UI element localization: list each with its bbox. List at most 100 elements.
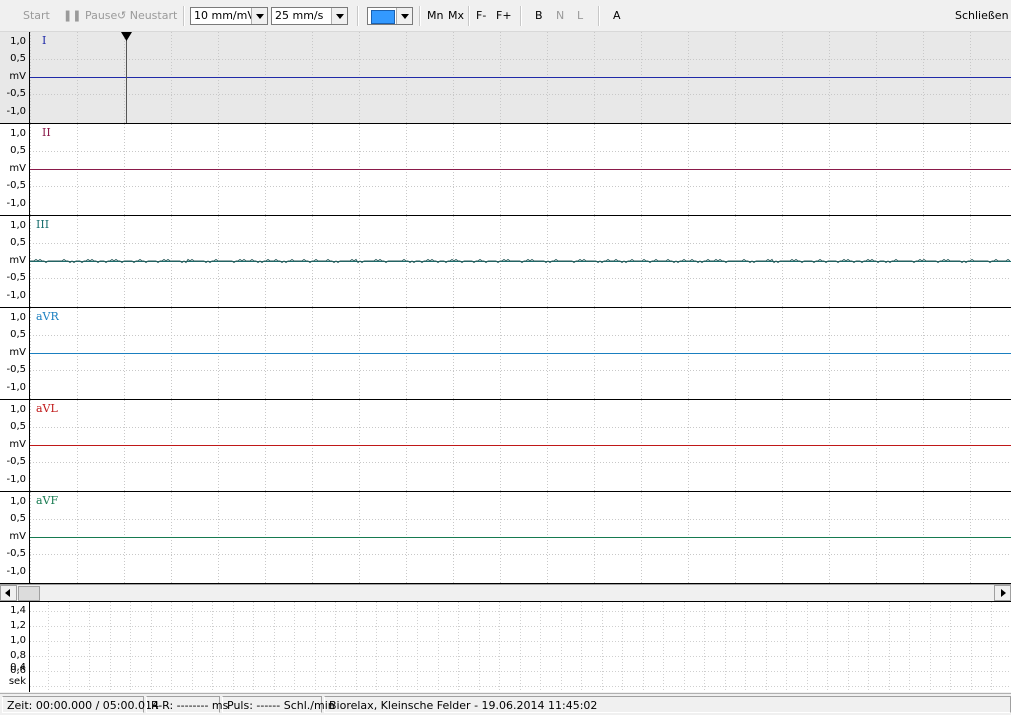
lead-label: aVL [36,402,58,415]
chevron-down-icon[interactable] [331,8,347,24]
rr-axis-tick-label: 0,8 [10,650,26,661]
axis-tick-label: mV [9,163,26,174]
axis-tick-label: -1,0 [6,566,26,577]
lead-plot-area [30,216,1011,307]
axis-tick-label: -0,5 [6,88,26,99]
lead-axis: 1,0 0,5 mV -0,5 -1,0 [0,216,30,307]
lead-axis: 1,0 0,5 mV -0,5 -1,0 [0,124,30,215]
rr-axis-tick-label: 0,4 [10,662,26,673]
toolbar-separator [468,6,470,26]
scroll-left-button[interactable] [0,585,17,601]
pause-label: Pause [84,9,118,22]
axis-tick-label: -1,0 [6,382,26,393]
axis-tick-label: -0,5 [6,272,26,283]
rr-panel: R-R: -------- ms [146,696,228,713]
ecg-panel[interactable]: 1,0 0,5 mV -0,5 -1,0 I 1,0 0,5 mV -0,5 -1,0 II 1,0 0,… [0,32,1011,584]
chevron-down-icon[interactable] [251,8,267,24]
lead-axis: 1,0 0,5 mV -0,5 -1,0 [0,32,30,123]
n-button[interactable]: N [556,0,564,32]
filter-plus-button[interactable]: F+ [496,0,512,32]
axis-tick-label: 0,5 [10,237,26,248]
lead-row: 1,0 0,5 mV -0,5 -1,0 II [0,124,1011,216]
speed-select[interactable]: 25 mm/s [271,7,348,25]
lead-plot-area [30,492,1011,583]
rr-axis-tick-label: 1,2 [10,620,26,631]
axis-tick-label: 1,0 [10,404,26,415]
lead-label: aVR [36,310,59,323]
a-button[interactable]: A [613,0,621,32]
rr-axis-tick-label: 1,4 [10,605,26,616]
pause-button[interactable]: ❚❚ Pause [63,0,117,32]
color-select[interactable] [367,7,413,25]
axis-tick-label: 0,5 [10,53,26,64]
toolbar-separator [357,6,359,26]
speed-value: 25 mm/s [275,9,324,22]
axis-tick-label: -1,0 [6,290,26,301]
axis-tick-label: 0,5 [10,421,26,432]
pause-icon: ❚❚ [63,9,82,22]
restart-icon: ↺ [117,9,127,22]
time-panel: Zeit: 00:00.000 / 05:00.014 [2,696,159,713]
toolbar-separator [419,6,421,26]
toolbar-separator [598,6,600,26]
info-panel: Biorelax, Kleinsche Felder - 19.06.2014 … [324,696,1011,713]
scrollbar-thumb[interactable] [18,586,40,601]
gain-value: 10 mm/mV [194,9,255,22]
toolbar-separator [520,6,522,26]
scroll-right-button[interactable] [994,585,1011,601]
axis-tick-label: mV [9,71,26,82]
axis-tick-label: -0,5 [6,364,26,375]
color-swatch [371,10,395,24]
rr-axis-tick-label: sek [8,676,26,687]
axis-tick-label: 1,0 [10,220,26,231]
axis-tick-label: -0,5 [6,456,26,467]
lead-label: II [42,126,51,139]
lead-label: I [42,34,47,47]
axis-tick-label: 1,0 [10,312,26,323]
axis-tick-label: mV [9,347,26,358]
filter-minus-button[interactable]: F- [476,0,486,32]
lead-axis: 1,0 0,5 mV -0,5 -1,0 [0,400,30,491]
lead-plot-area [30,400,1011,491]
rr-axis-tick-label: 1,0 [10,635,26,646]
lead-row: 1,0 0,5 mV -0,5 -1,0 aVL [0,400,1011,492]
lead-row: 1,0 0,5 mV -0,5 -1,0 aVR [0,308,1011,400]
lead-axis: 1,0 0,5 mV -0,5 -1,0 [0,492,30,583]
axis-tick-label: -0,5 [6,548,26,559]
chevron-down-icon[interactable] [396,8,412,24]
lead-label: III [36,218,50,231]
axis-tick-label: mV [9,439,26,450]
rr-interval-plot: 1,4 1,2 1,0 0,8 0,6 0,4 sek [0,601,1011,692]
close-button[interactable]: Schließen [955,0,1009,32]
rr-plot-area [30,602,1011,692]
axis-tick-label: -1,0 [6,474,26,485]
lead-row: 1,0 0,5 mV -0,5 -1,0 I [0,32,1011,124]
axis-tick-label: 0,5 [10,329,26,340]
axis-tick-label: 0,5 [10,513,26,524]
axis-tick-label: 0,5 [10,145,26,156]
axis-tick-label: mV [9,531,26,542]
axis-tick-label: 1,0 [10,36,26,47]
pulse-panel: Puls: ------ Schl./min [222,696,335,713]
b-button[interactable]: B [535,0,543,32]
restart-button[interactable]: ↺ Neustart [117,0,177,32]
start-button[interactable]: Start [23,0,50,32]
lead-plot-area [30,124,1011,215]
status-bar: Zeit: 00:00.000 / 05:00.014 R-R: -------… [0,693,1011,715]
lead-plot-area [30,308,1011,399]
axis-tick-label: mV [9,255,26,266]
lead-axis: 1,0 0,5 mV -0,5 -1,0 [0,308,30,399]
restart-label: Neustart [129,9,178,22]
lead-row: 1,0 0,5 mV -0,5 -1,0 III [0,216,1011,308]
min-button[interactable]: Mn [427,0,443,32]
axis-tick-label: -0,5 [6,180,26,191]
lead-row: 1,0 0,5 mV -0,5 -1,0 aVF [0,492,1011,584]
horizontal-scrollbar[interactable] [0,584,1011,601]
max-button[interactable]: Mx [448,0,464,32]
axis-tick-label: -1,0 [6,106,26,117]
lead-label: aVF [36,494,59,507]
rr-axis: 1,4 1,2 1,0 0,8 0,6 0,4 sek [0,602,30,692]
l-button[interactable]: L [577,0,583,32]
gain-select[interactable]: 10 mm/mV [190,7,268,25]
axis-tick-label: 1,0 [10,128,26,139]
